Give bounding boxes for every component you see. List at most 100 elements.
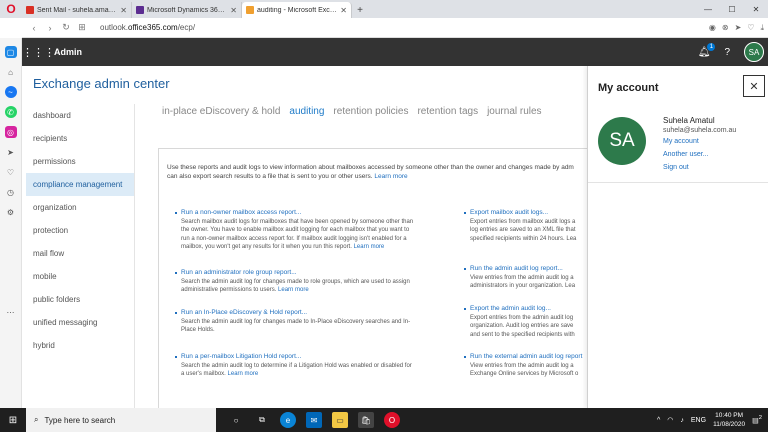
edge-icon[interactable]: e bbox=[280, 412, 296, 428]
volume-icon[interactable]: ♪ bbox=[680, 417, 684, 424]
nav-item-mobile[interactable]: mobile bbox=[26, 265, 134, 288]
instagram-icon[interactable]: ◎ bbox=[4, 126, 17, 138]
whatsapp-icon[interactable]: ✆ bbox=[4, 106, 17, 118]
nav-item-mail-flow[interactable]: mail flow bbox=[26, 242, 134, 265]
action-center-icon[interactable]: ▤2 bbox=[752, 415, 762, 424]
close-icon[interactable]: ✕ bbox=[230, 6, 237, 15]
taskbar-search[interactable]: ⌕ Type here to search bbox=[26, 408, 216, 432]
learn-more-link[interactable]: Learn more bbox=[354, 244, 385, 250]
send-icon[interactable]: ➤ bbox=[5, 146, 17, 158]
camera-icon[interactable]: ◉ bbox=[709, 23, 716, 33]
clock-time: 10:40 PM bbox=[715, 412, 743, 419]
auditing-panel: Use these reports and audit logs to view… bbox=[158, 148, 588, 410]
speed-dial-icon[interactable]: ▢ bbox=[4, 46, 17, 58]
nav-item-unified-messaging[interactable]: unified messaging bbox=[26, 311, 134, 334]
reload-icon[interactable]: ↻ bbox=[58, 22, 74, 33]
windows-start-icon[interactable]: ⊞ bbox=[0, 415, 26, 426]
tab-label: Microsoft Dynamics 365 Co bbox=[147, 6, 228, 14]
clock-date: 11/08/2020 bbox=[713, 421, 746, 428]
bullet-icon bbox=[464, 356, 466, 358]
report-link[interactable]: Run a per-mailbox Litigation Hold report… bbox=[181, 353, 451, 362]
sign-out-link[interactable]: Sign out bbox=[663, 164, 689, 171]
language-indicator[interactable]: ENG bbox=[691, 417, 706, 424]
browser-tab-dynamics[interactable]: Microsoft Dynamics 365 Co ✕ bbox=[132, 2, 242, 18]
shield-icon[interactable]: ⊗ bbox=[722, 23, 729, 33]
report-link[interactable]: Run the external admin audit log report bbox=[470, 353, 588, 362]
learn-more-link[interactable]: Learn more bbox=[228, 371, 259, 377]
nav-item-protection[interactable]: protection bbox=[26, 219, 134, 242]
send-icon[interactable]: ➤ bbox=[735, 23, 742, 33]
avatar[interactable]: SA bbox=[744, 42, 764, 62]
browser-tab-gmail[interactable]: Sent Mail - suhela.amatul@ ✕ bbox=[22, 2, 132, 18]
close-flyout-button[interactable]: ✕ bbox=[743, 75, 765, 97]
tab-journal-rules[interactable]: journal rules bbox=[487, 106, 541, 117]
report-link[interactable]: Run a non-owner mailbox access report... bbox=[181, 209, 451, 218]
close-icon[interactable]: ✕ bbox=[120, 6, 127, 15]
app-launcher-icon[interactable]: ⋮⋮⋮ bbox=[22, 46, 55, 59]
store-icon[interactable]: 🛍︎ bbox=[358, 412, 374, 428]
home-icon[interactable]: ⌂ bbox=[5, 66, 17, 78]
close-window-icon[interactable]: ✕ bbox=[744, 0, 768, 18]
tab-auditing[interactable]: auditing bbox=[289, 106, 324, 117]
new-tab-button[interactable]: + bbox=[352, 2, 368, 18]
download-icon[interactable]: ⤓ bbox=[760, 23, 764, 33]
opera-logo-icon[interactable]: O bbox=[0, 0, 22, 18]
tab-label: Sent Mail - suhela.amatul@ bbox=[37, 6, 118, 14]
nav-item-organization[interactable]: organization bbox=[26, 196, 134, 219]
nav-item-hybrid[interactable]: hybrid bbox=[26, 334, 134, 357]
tab-retention-policies[interactable]: retention policies bbox=[333, 106, 408, 117]
flyout-divider bbox=[588, 182, 768, 183]
opera-icon[interactable]: O bbox=[384, 412, 400, 428]
notification-count: 1 bbox=[707, 42, 716, 51]
tab-in-place-ediscovery-hold[interactable]: in-place eDiscovery & hold bbox=[162, 106, 280, 117]
opera-sidebar: ▢ ⌂ ~ ✆ ◎ ➤ ♡ ◷ ⚙ ⋯ bbox=[0, 38, 22, 408]
nav-item-permissions[interactable]: permissions bbox=[26, 150, 134, 173]
help-button[interactable]: ? bbox=[724, 47, 730, 58]
url-field[interactable]: outlook.office365.com/ecp/ bbox=[100, 23, 709, 32]
messenger-icon[interactable]: ~ bbox=[4, 86, 17, 98]
heart-icon[interactable]: ♡ bbox=[5, 166, 17, 178]
task-view-icon[interactable]: ⧉ bbox=[254, 412, 270, 428]
grid-icon[interactable]: ⊞ bbox=[74, 22, 90, 33]
settings-icon[interactable]: ⚙ bbox=[5, 206, 17, 218]
cortana-icon[interactable]: ○ bbox=[228, 412, 244, 428]
maximize-icon[interactable]: ☐ bbox=[720, 0, 744, 18]
another-user-link[interactable]: Another user... bbox=[663, 151, 709, 158]
clock[interactable]: 10:40 PM 11/08/2020 bbox=[713, 411, 745, 429]
report-link[interactable]: Run an administrator role group report..… bbox=[181, 269, 451, 278]
report-description: Search mailbox audit logs for mailboxes … bbox=[181, 218, 414, 225]
learn-more-link[interactable]: Learn more bbox=[278, 287, 309, 293]
learn-more-link[interactable]: Learn more bbox=[374, 173, 407, 180]
report-link[interactable]: Export the admin audit log... bbox=[470, 305, 588, 314]
nav-divider bbox=[134, 104, 135, 408]
my-account-link[interactable]: My account bbox=[663, 138, 699, 145]
url-domain: office365.com bbox=[128, 23, 178, 32]
mail-icon[interactable]: ✉ bbox=[306, 412, 322, 428]
chevron-up-icon[interactable]: ^ bbox=[657, 417, 660, 424]
heart-icon[interactable]: ♡ bbox=[747, 23, 754, 33]
minimize-icon[interactable]: — bbox=[696, 0, 720, 18]
tab-retention-tags[interactable]: retention tags bbox=[417, 106, 478, 117]
wifi-icon[interactable]: ◠ bbox=[667, 416, 673, 424]
report-description: administrators in your organization. Lea bbox=[470, 283, 576, 289]
file-explorer-icon[interactable]: ▭ bbox=[332, 412, 348, 428]
report-link[interactable]: Run the admin audit log report... bbox=[470, 265, 588, 274]
close-icon[interactable]: ✕ bbox=[340, 6, 347, 15]
back-icon[interactable]: ‹ bbox=[26, 23, 42, 33]
history-icon[interactable]: ◷ bbox=[5, 186, 17, 198]
report-link[interactable]: Run an In-Place eDiscovery & Hold report… bbox=[181, 309, 451, 318]
nav-item-public-folders[interactable]: public folders bbox=[26, 288, 134, 311]
more-icon[interactable]: ⋯ bbox=[5, 306, 17, 318]
nav-item-recipients[interactable]: recipients bbox=[26, 127, 134, 150]
report-link[interactable]: Export mailbox audit logs... bbox=[470, 209, 588, 218]
nav-item-compliance-management[interactable]: compliance management bbox=[26, 173, 134, 196]
report-description: Place Holds. bbox=[181, 327, 215, 333]
browser-tab-auditing[interactable]: auditing - Microsoft Exchan ✕ bbox=[242, 2, 352, 18]
notifications-button[interactable]: 🔔︎ 1 bbox=[698, 42, 716, 58]
forward-icon[interactable]: › bbox=[42, 23, 58, 33]
page-title: Exchange admin center bbox=[33, 76, 170, 91]
report-item: Run the admin audit log report... View en… bbox=[464, 265, 588, 291]
report-item: Export the admin audit log... Export entr… bbox=[464, 305, 588, 339]
report-item: Run a per-mailbox Litigation Hold report… bbox=[175, 353, 451, 379]
nav-item-dashboard[interactable]: dashboard bbox=[26, 104, 134, 127]
